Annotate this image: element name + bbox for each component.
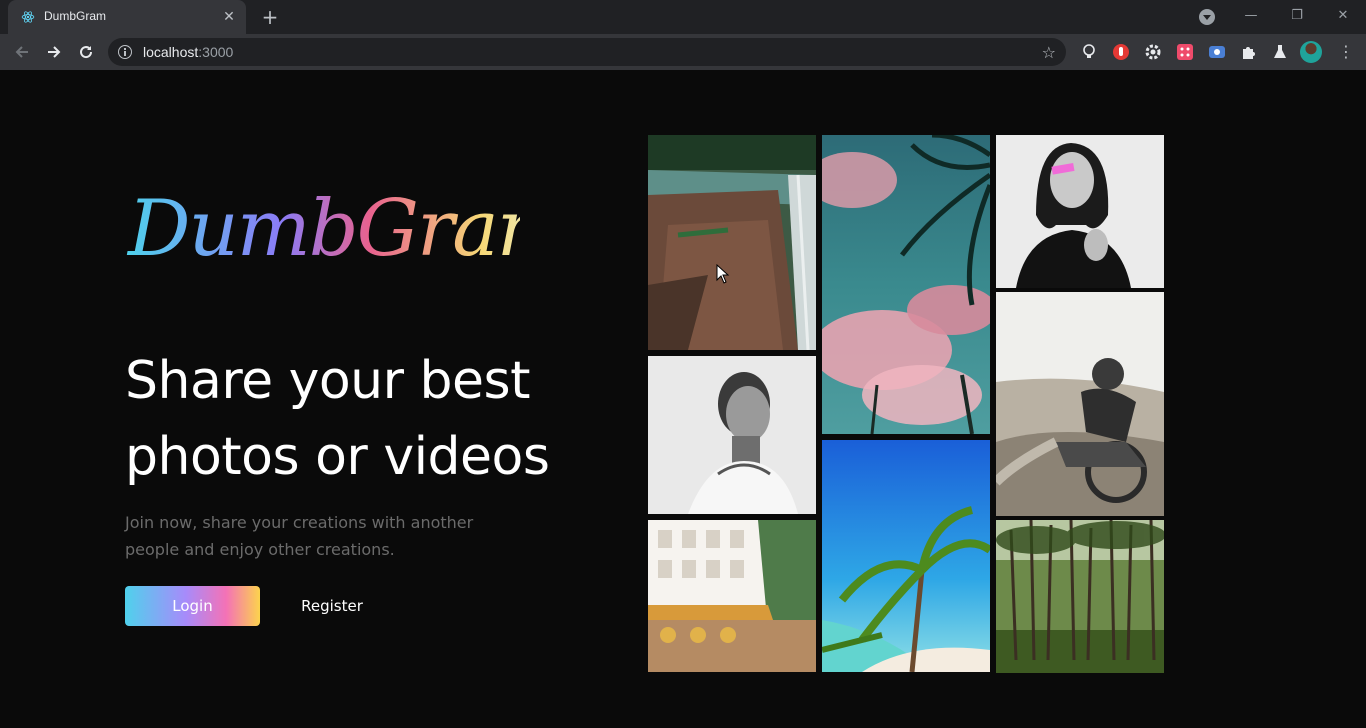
waterfall-cliff-photo[interactable] <box>648 135 816 350</box>
extension-hand-icon[interactable] <box>1111 42 1131 62</box>
browser-tab-bar: DumbGram ✕ + — ❐ ✕ <box>0 0 1366 34</box>
extension-grid-icon[interactable] <box>1175 42 1195 62</box>
react-icon <box>21 11 35 23</box>
arrow-right-icon <box>48 46 61 58</box>
extension-gear-icon[interactable] <box>1143 42 1163 62</box>
beach-palm-tree-photo[interactable] <box>822 440 990 672</box>
mouse-cursor-icon <box>716 264 730 284</box>
restore-button[interactable]: ❐ <box>1274 2 1320 30</box>
info-icon[interactable] <box>118 45 132 59</box>
svg-text:DumbGram: DumbGram <box>126 184 520 274</box>
tab-close-icon[interactable]: ✕ <box>220 8 238 26</box>
tattooed-man-photo[interactable] <box>648 356 816 514</box>
street-cafe-photo[interactable] <box>648 520 816 672</box>
extensions-puzzle-icon[interactable] <box>1239 42 1259 62</box>
minimize-button[interactable]: — <box>1228 2 1274 30</box>
reload-button[interactable] <box>72 38 100 66</box>
address-bar[interactable]: localhost:3000 ☆ <box>108 38 1066 66</box>
url-text[interactable]: localhost:3000 <box>143 44 233 60</box>
reload-icon <box>80 46 93 59</box>
headline-line-1: Share your best <box>125 351 531 411</box>
dumbgram-logo: DumbGram <box>126 184 520 274</box>
menu-dots-icon[interactable]: ⋮ <box>1336 42 1356 62</box>
pine-forest-photo[interactable] <box>996 520 1164 673</box>
motorcycle-rider-photo[interactable] <box>996 292 1164 516</box>
browser-toolbar: localhost:3000 ☆ ⋮ <box>0 34 1366 70</box>
labs-flask-icon[interactable] <box>1270 42 1290 62</box>
woman-black-white-photo[interactable] <box>996 135 1164 288</box>
palm-trees-pink-sky-photo[interactable] <box>822 135 990 434</box>
profile-avatar[interactable] <box>1300 41 1322 63</box>
hero-subtext: Join now, share your creations with anot… <box>125 513 474 559</box>
login-button[interactable]: Login <box>125 586 260 626</box>
tab-search-icon[interactable] <box>1199 9 1215 25</box>
bookmark-star-icon[interactable]: ☆ <box>1042 43 1056 62</box>
register-button[interactable]: Register <box>280 586 384 626</box>
extension-screen-icon[interactable] <box>1207 42 1227 62</box>
extension-bulb-icon[interactable] <box>1079 42 1099 62</box>
new-tab-button[interactable]: + <box>259 6 281 28</box>
forward-button[interactable] <box>40 38 68 66</box>
back-button[interactable] <box>8 38 36 66</box>
browser-tab[interactable]: DumbGram ✕ <box>8 0 246 34</box>
tab-title: DumbGram <box>44 9 107 23</box>
headline-line-2: photos or videos <box>125 427 550 487</box>
close-window-button[interactable]: ✕ <box>1320 2 1366 30</box>
hero-headline: Share your best photos or videos <box>125 343 605 495</box>
arrow-left-icon <box>15 46 28 58</box>
